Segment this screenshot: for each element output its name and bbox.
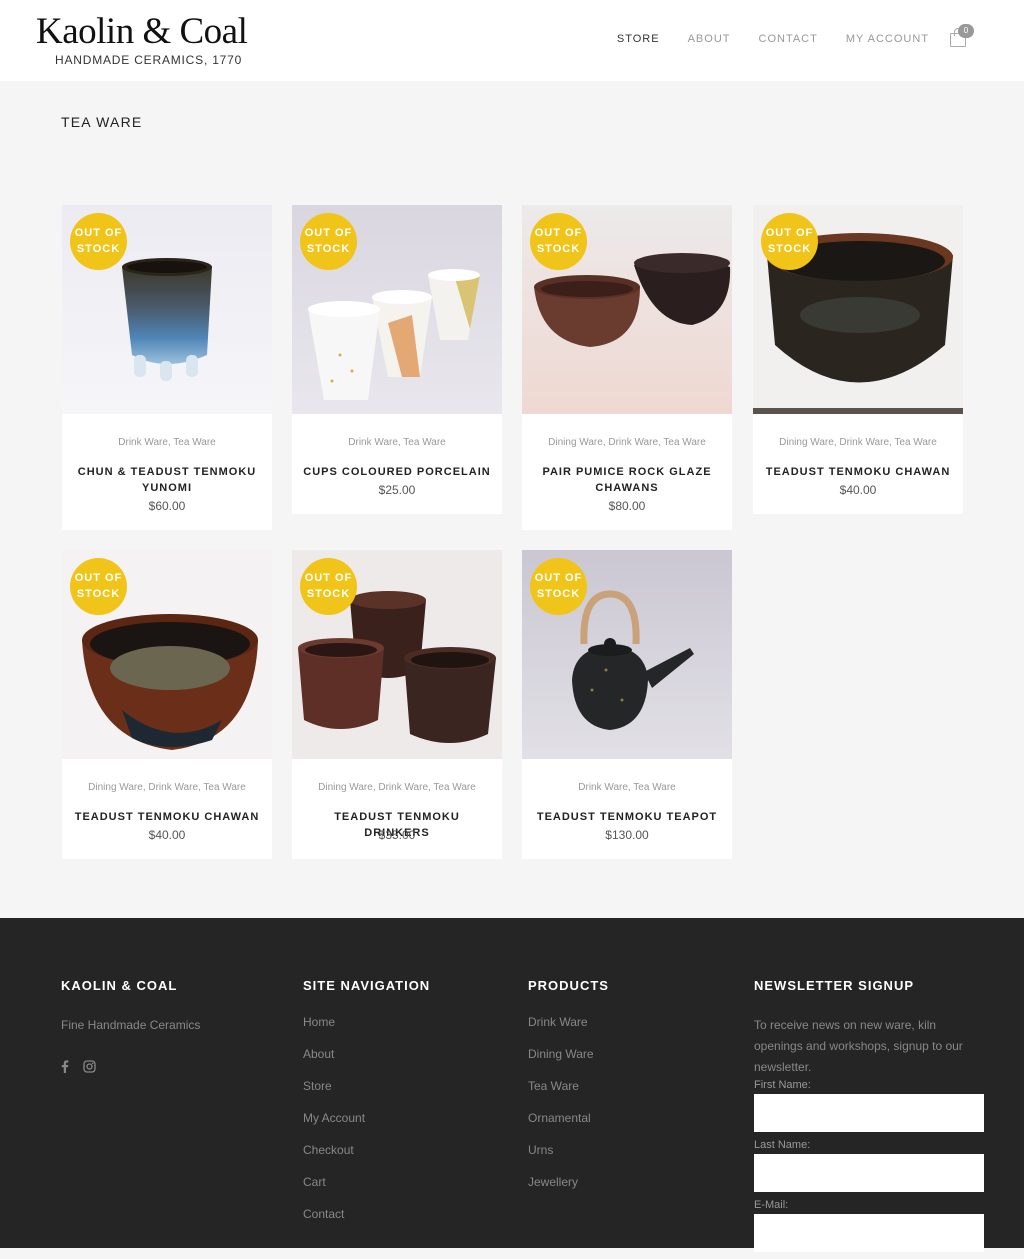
first-name-field[interactable] [754,1094,984,1132]
footer-newsletter-heading: NEWSLETTER SIGNUP [754,978,915,993]
product-card[interactable]: OUT OF STOCK Dining Ware, Drink Ware, Tea… [62,550,272,859]
out-of-stock-badge: OUT OF STOCK [70,558,127,615]
nav-about[interactable]: ABOUT [688,33,731,45]
product-image[interactable]: OUT OF STOCK [522,550,732,759]
product-image[interactable]: OUT OF STOCK [62,550,272,759]
footer-link-cart[interactable]: Cart [303,1175,430,1207]
footer-newsletter: NEWSLETTER SIGNUP To receive news on new… [754,978,984,1259]
product-name[interactable]: TEADUST TENMOKU CHAWAN [72,809,262,825]
footer-link-checkout[interactable]: Checkout [303,1143,430,1175]
product-name[interactable]: TEADUST TENMOKU TEAPOT [532,809,722,825]
product-categories[interactable]: Drink Ware, Tea Ware [522,782,732,793]
nav-my-account[interactable]: MY ACCOUNT [846,33,929,45]
footer-site-nav-heading: SITE NAVIGATION [303,978,431,993]
logo-title: Kaolin & Coal [36,11,248,52]
out-of-stock-badge: OUT OF STOCK [70,213,127,270]
nav-contact[interactable]: CONTACT [759,33,818,45]
product-categories[interactable]: Drink Ware, Tea Ware [62,437,272,448]
product-price: $40.00 [839,483,877,497]
product-name[interactable]: TEADUST TENMOKU CHAWAN [763,464,953,480]
out-of-stock-badge: OUT OF STOCK [530,213,587,270]
footer-site-navigation: SITE NAVIGATION Home About Store My Acco… [303,978,430,1239]
site-header: Kaolin & Coal HANDMADE CERAMICS, 1770 ST… [0,0,1024,81]
email-label: E-Mail: [754,1199,789,1211]
logo-tagline: HANDMADE CERAMICS, 1770 [55,53,243,67]
footer-link-dining-ware[interactable]: Dining Ware [528,1047,609,1079]
footer-link-urns[interactable]: Urns [528,1143,609,1175]
product-categories[interactable]: Drink Ware, Tea Ware [292,437,502,448]
out-of-stock-badge: OUT OF STOCK [300,213,357,270]
product-price: $35.00 [378,828,416,842]
footer-link-tea-ware[interactable]: Tea Ware [528,1079,609,1111]
last-name-field[interactable] [754,1154,984,1192]
footer-about-heading: KAOLIN & COAL [61,978,178,993]
product-card[interactable]: OUT OF STOCK Dining Ware, Drink Ware, Tea… [753,205,963,514]
footer-link-home[interactable]: Home [303,1015,430,1047]
product-card[interactable]: OUT OF STOCK Drink Ware, Tea Ware CHUN & … [62,205,272,530]
product-card[interactable]: OUT OF STOCK Dining Ware, Drink Ware, Tea… [522,205,732,530]
footer-link-ornamental[interactable]: Ornamental [528,1111,609,1143]
product-price: $130.00 [605,828,649,842]
product-price: $40.00 [148,828,186,842]
newsletter-description: To receive news on new ware, kiln openin… [754,1018,963,1074]
site-footer: KAOLIN & COAL Fine Handmade Ceramics SIT… [0,918,1024,1252]
footer-about: KAOLIN & COAL Fine Handmade Ceramics [61,978,200,1076]
first-name-label: First Name: [754,1079,811,1091]
product-name[interactable]: CUPS COLOURED PORCELAIN [302,464,492,480]
product-price: $80.00 [608,499,646,513]
page-title: TEA WARE [61,114,143,130]
product-card[interactable]: OUT OF STOCK Drink Ware, Tea Ware CUPS CO… [292,205,502,514]
product-price: $25.00 [378,483,416,497]
product-card[interactable]: OUT OF STOCK Drink Ware, Tea Ware TEADUST… [522,550,732,859]
social-links [61,1060,200,1076]
footer-link-my-account[interactable]: My Account [303,1111,430,1143]
footer-products: PRODUCTS Drink Ware Dining Ware Tea Ware… [528,978,609,1207]
out-of-stock-badge: OUT OF STOCK [300,558,357,615]
footer-link-store[interactable]: Store [303,1079,430,1111]
out-of-stock-badge: OUT OF STOCK [530,558,587,615]
product-name[interactable]: PAIR PUMICE ROCK GLAZE CHAWANS [532,464,722,496]
product-card[interactable]: OUT OF STOCK Dining Ware, Drink Ware, Tea… [292,550,502,859]
footer-link-jewellery[interactable]: Jewellery [528,1175,609,1207]
product-categories[interactable]: Dining Ware, Drink Ware, Tea Ware [62,782,272,793]
footer-link-drink-ware[interactable]: Drink Ware [528,1015,609,1047]
footer-link-about[interactable]: About [303,1047,430,1079]
main-nav: STORE ABOUT CONTACT MY ACCOUNT [589,33,929,45]
product-categories[interactable]: Dining Ware, Drink Ware, Tea Ware [522,437,732,448]
product-image[interactable]: OUT OF STOCK [62,205,272,414]
last-name-label: Last Name: [754,1139,811,1151]
site-logo[interactable]: Kaolin & Coal HANDMADE CERAMICS, 1770 [36,11,266,68]
product-image[interactable]: OUT OF STOCK [753,205,963,414]
footer-link-contact[interactable]: Contact [303,1207,430,1239]
product-categories[interactable]: Dining Ware, Drink Ware, Tea Ware [292,782,502,793]
product-categories[interactable]: Dining Ware, Drink Ware, Tea Ware [753,437,963,448]
product-image[interactable]: OUT OF STOCK [292,550,502,759]
nav-store[interactable]: STORE [617,33,660,45]
facebook-icon[interactable] [61,1060,69,1076]
footer-products-heading: PRODUCTS [528,978,609,993]
product-name[interactable]: CHUN & TEADUST TENMOKU YUNOMI [72,464,262,496]
product-image[interactable]: OUT OF STOCK [522,205,732,414]
product-image[interactable]: OUT OF STOCK [292,205,502,414]
product-price: $60.00 [148,499,186,513]
out-of-stock-badge: OUT OF STOCK [761,213,818,270]
instagram-icon[interactable] [83,1060,96,1076]
footer-about-text: Fine Handmade Ceramics [61,1018,201,1032]
cart-count-badge: 0 [958,24,974,38]
email-field[interactable] [754,1214,984,1252]
